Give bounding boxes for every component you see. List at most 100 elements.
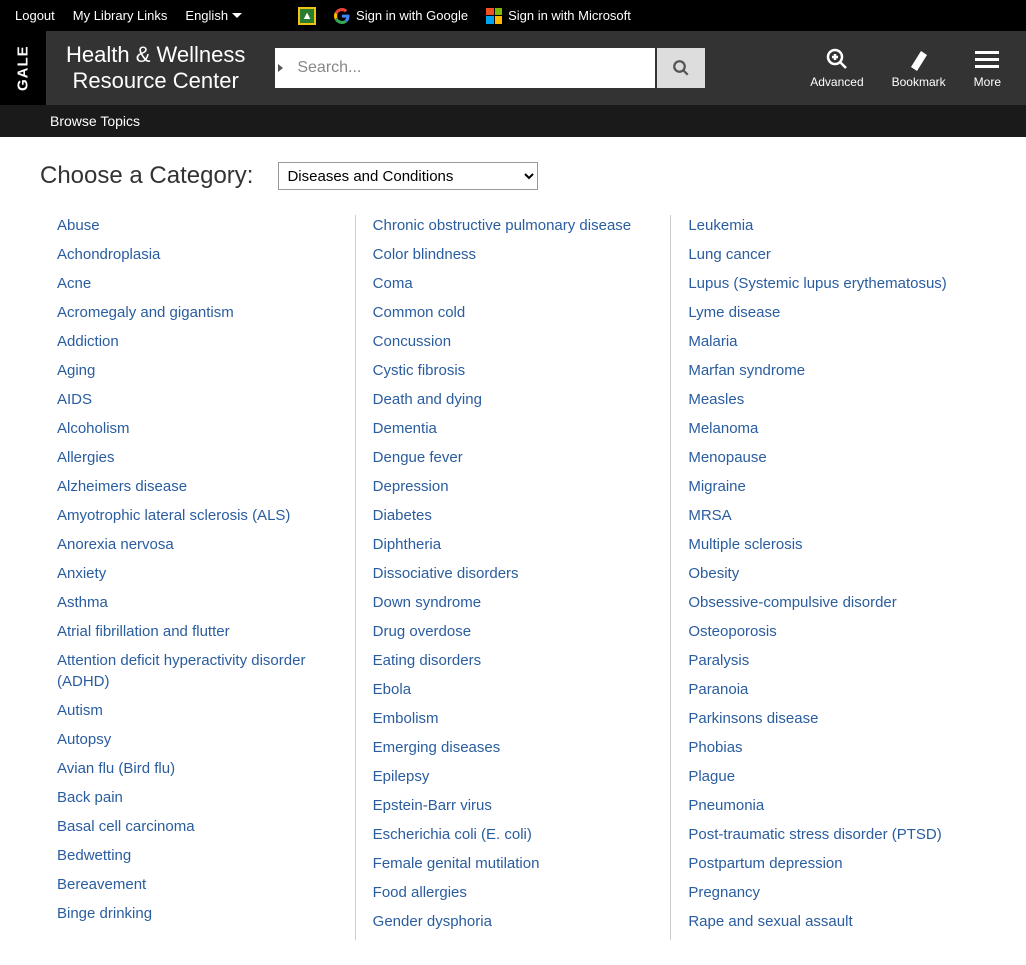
topic-link[interactable]: Paranoia [688,679,969,700]
topic-link[interactable]: Marfan syndrome [688,360,969,381]
topic-link[interactable]: Alcoholism [57,418,338,439]
topic-link[interactable]: Cystic fibrosis [373,360,654,381]
topic-link[interactable]: Avian flu (Bird flu) [57,758,338,779]
topic-link[interactable]: Anxiety [57,563,338,584]
chevron-down-icon [232,13,242,18]
google-signin-link[interactable]: Sign in with Google [334,8,468,24]
topic-link[interactable]: Phobias [688,737,969,758]
topic-link[interactable]: Measles [688,389,969,410]
topic-link[interactable]: Rape and sexual assault [688,911,969,932]
zoom-plus-icon [825,47,849,71]
browse-topics-tab[interactable]: Browse Topics [50,113,140,129]
site-title[interactable]: Health & Wellness Resource Center [46,42,265,95]
topic-link[interactable]: Drug overdose [373,621,654,642]
topic-link[interactable]: Amyotrophic lateral sclerosis (ALS) [57,505,338,526]
topic-link[interactable]: Epstein-Barr virus [373,795,654,816]
topic-link[interactable]: Ebola [373,679,654,700]
topic-link[interactable]: Melanoma [688,418,969,439]
topic-link[interactable]: Emerging diseases [373,737,654,758]
topic-link[interactable]: MRSA [688,505,969,526]
hamburger-icon [975,47,999,71]
topic-link[interactable]: Dengue fever [373,447,654,468]
topic-link[interactable]: Eating disorders [373,650,654,671]
topic-link[interactable]: Epilepsy [373,766,654,787]
gale-logo[interactable]: GALE [0,31,46,105]
topic-link[interactable]: Lupus (Systemic lupus erythematosus) [688,273,969,294]
topic-link[interactable]: Autism [57,700,338,721]
topic-link[interactable]: Parkinsons disease [688,708,969,729]
topic-link[interactable]: Pneumonia [688,795,969,816]
topic-link[interactable]: Multiple sclerosis [688,534,969,555]
topic-link[interactable]: Coma [373,273,654,294]
topic-link[interactable]: Binge drinking [57,903,338,924]
topic-link[interactable]: Atrial fibrillation and flutter [57,621,338,642]
topic-link[interactable]: Dissociative disorders [373,563,654,584]
topic-link[interactable]: Anorexia nervosa [57,534,338,555]
topic-link[interactable]: Food allergies [373,882,654,903]
topic-link[interactable]: Allergies [57,447,338,468]
topic-link[interactable]: Depression [373,476,654,497]
topic-link[interactable]: Migraine [688,476,969,497]
topic-link[interactable]: Common cold [373,302,654,323]
topic-link[interactable]: Down syndrome [373,592,654,613]
topic-link[interactable]: Lyme disease [688,302,969,323]
topic-link[interactable]: Leukemia [688,215,969,236]
topic-link[interactable]: Death and dying [373,389,654,410]
topic-link[interactable]: Gender dysphoria [373,911,654,932]
topic-link[interactable]: Menopause [688,447,969,468]
microsoft-signin-link[interactable]: Sign in with Microsoft [486,8,631,24]
advanced-search-tool[interactable]: Advanced [810,47,863,89]
microsoft-signin-label: Sign in with Microsoft [508,8,631,23]
topic-link[interactable]: Dementia [373,418,654,439]
topic-link[interactable]: Obsessive-compulsive disorder [688,592,969,613]
topic-link[interactable]: Diphtheria [373,534,654,555]
search-button[interactable] [657,48,705,88]
topic-link[interactable]: Post-traumatic stress disorder (PTSD) [688,824,969,845]
topic-link[interactable]: Concussion [373,331,654,352]
topic-link[interactable]: Female genital mutilation [373,853,654,874]
topic-link[interactable]: Back pain [57,787,338,808]
category-select[interactable]: Diseases and Conditions [278,162,538,190]
topic-link[interactable]: Alzheimers disease [57,476,338,497]
more-tool[interactable]: More [974,47,1001,89]
topic-link[interactable]: Escherichia coli (E. coli) [373,824,654,845]
topic-link[interactable]: Basal cell carcinoma [57,816,338,837]
google-icon [334,8,350,24]
search-input[interactable] [285,48,655,88]
topic-link[interactable]: Malaria [688,331,969,352]
topic-link[interactable]: Paralysis [688,650,969,671]
my-library-link[interactable]: My Library Links [73,8,168,23]
topic-link[interactable]: Bereavement [57,874,338,895]
topic-link[interactable]: Abuse [57,215,338,236]
topic-column-1: Abuse Achondroplasia Acne Acromegaly and gi… [40,215,356,940]
topic-link[interactable]: AIDS [57,389,338,410]
topic-link[interactable]: Addiction [57,331,338,352]
topic-column-3: Leukemia Lung cancer Lupus (Systemic lupus… [671,215,986,940]
searchbar [275,48,705,88]
topic-link[interactable]: Acne [57,273,338,294]
topic-link[interactable]: Attention deficit hyperactivity disorder… [57,650,338,692]
topic-link[interactable]: Achondroplasia [57,244,338,265]
topic-link[interactable]: Acromegaly and gigantism [57,302,338,323]
topic-link[interactable]: Lung cancer [688,244,969,265]
logout-link[interactable]: Logout [15,8,55,23]
topic-link[interactable]: Bedwetting [57,845,338,866]
topic-link[interactable]: Plague [688,766,969,787]
choose-category-heading: Choose a Category: [40,162,253,190]
topic-link[interactable]: Color blindness [373,244,654,265]
topic-link[interactable]: Aging [57,360,338,381]
topic-link[interactable]: Osteoporosis [688,621,969,642]
bookmark-tool[interactable]: Bookmark [892,47,946,89]
topic-link[interactable]: Chronic obstructive pulmonary disease [373,215,654,236]
topic-link[interactable]: Diabetes [373,505,654,526]
topic-link[interactable]: Embolism [373,708,654,729]
topic-link[interactable]: Pregnancy [688,882,969,903]
topic-link[interactable]: Postpartum depression [688,853,969,874]
google-signin-label: Sign in with Google [356,8,468,23]
topic-link[interactable]: Autopsy [57,729,338,750]
language-selector[interactable]: English [185,8,242,23]
topic-link[interactable]: Obesity [688,563,969,584]
topic-link[interactable]: Asthma [57,592,338,613]
google-classroom-icon[interactable]: ▲ [298,7,316,25]
search-scope-toggle[interactable] [275,48,285,88]
